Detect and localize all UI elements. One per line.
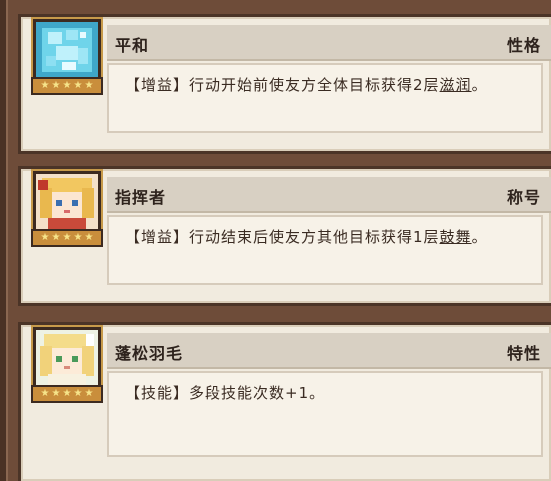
desc-suffix: 。 — [471, 228, 488, 246]
star-icon: ★ — [51, 232, 61, 243]
trait-list-panel: ★ ★ ★ ★ ★ 平和 性格 【增益】行动开始前使友方全体目标获得2层滋润。 — [0, 0, 551, 481]
desc-text: 【增益】行动开始前使友方全体目标获得2层 — [125, 76, 440, 94]
desc-text: 【增益】行动结束后使友方其他目标获得1层 — [125, 228, 440, 246]
star-icon: ★ — [84, 388, 94, 399]
star-icon: ★ — [62, 80, 72, 91]
trait-description: 【增益】行动开始前使友方全体目标获得2层滋润。 — [125, 74, 488, 95]
character-portrait-icon — [33, 171, 101, 233]
trait-card[interactable]: ★ ★ ★ ★ ★ 平和 性格 【增益】行动开始前使友方全体目标获得2层滋润。 — [18, 14, 551, 154]
trait-category: 特性 — [506, 344, 541, 363]
trait-description-box: 【技能】多段技能次数+1。 — [107, 371, 543, 457]
star-icon: ★ — [73, 388, 83, 399]
trait-description-box: 【增益】行动开始前使友方全体目标获得2层滋润。 — [107, 63, 543, 133]
star-icon: ★ — [84, 80, 94, 91]
trait-description: 【技能】多段技能次数+1。 — [125, 382, 325, 403]
star-rating: ★ ★ ★ ★ ★ — [31, 229, 103, 247]
star-icon: ★ — [73, 80, 83, 91]
star-icon: ★ — [40, 232, 50, 243]
star-icon: ★ — [51, 80, 61, 91]
trait-card[interactable]: ★ ★ ★ ★ ★ 指挥者 称号 【增益】行动结束后使友方其他目标获得1层鼓舞。 — [18, 166, 551, 306]
character-portrait-icon — [33, 327, 101, 389]
trait-header: 平和 性格 — [107, 25, 551, 61]
trait-card[interactable]: ★ ★ ★ ★ ★ 蓬松羽毛 特性 【技能】多段技能次数+1。 — [18, 322, 551, 481]
trait-header: 蓬松羽毛 特性 — [107, 333, 551, 369]
trait-category: 性格 — [506, 36, 541, 55]
star-icon: ★ — [51, 388, 61, 399]
panel-frame-left — [0, 0, 8, 481]
trait-portrait: ★ ★ ★ ★ ★ — [31, 327, 103, 407]
trait-description: 【增益】行动结束后使友方其他目标获得1层鼓舞。 — [125, 226, 488, 247]
trait-description-box: 【增益】行动结束后使友方其他目标获得1层鼓舞。 — [107, 215, 543, 285]
buff-keyword-link[interactable]: 鼓舞 — [440, 228, 472, 246]
trait-category: 称号 — [506, 188, 541, 207]
trait-header: 指挥者 称号 — [107, 177, 551, 213]
star-icon: ★ — [62, 232, 72, 243]
star-icon: ★ — [40, 80, 50, 91]
desc-suffix: 。 — [471, 76, 488, 94]
star-rating: ★ ★ ★ ★ ★ — [31, 385, 103, 403]
desc-text: 【技能】多段技能次数+1。 — [125, 384, 326, 402]
crystal-icon — [33, 19, 101, 81]
trait-portrait: ★ ★ ★ ★ ★ — [31, 19, 103, 99]
trait-portrait: ★ ★ ★ ★ ★ — [31, 171, 103, 251]
star-icon: ★ — [40, 388, 50, 399]
star-icon: ★ — [62, 388, 72, 399]
star-rating: ★ ★ ★ ★ ★ — [31, 77, 103, 95]
star-icon: ★ — [84, 232, 94, 243]
buff-keyword-link[interactable]: 滋润 — [440, 76, 472, 94]
trait-title: 平和 — [115, 36, 150, 55]
star-icon: ★ — [73, 232, 83, 243]
trait-title: 蓬松羽毛 — [115, 344, 184, 363]
trait-title: 指挥者 — [115, 188, 167, 207]
